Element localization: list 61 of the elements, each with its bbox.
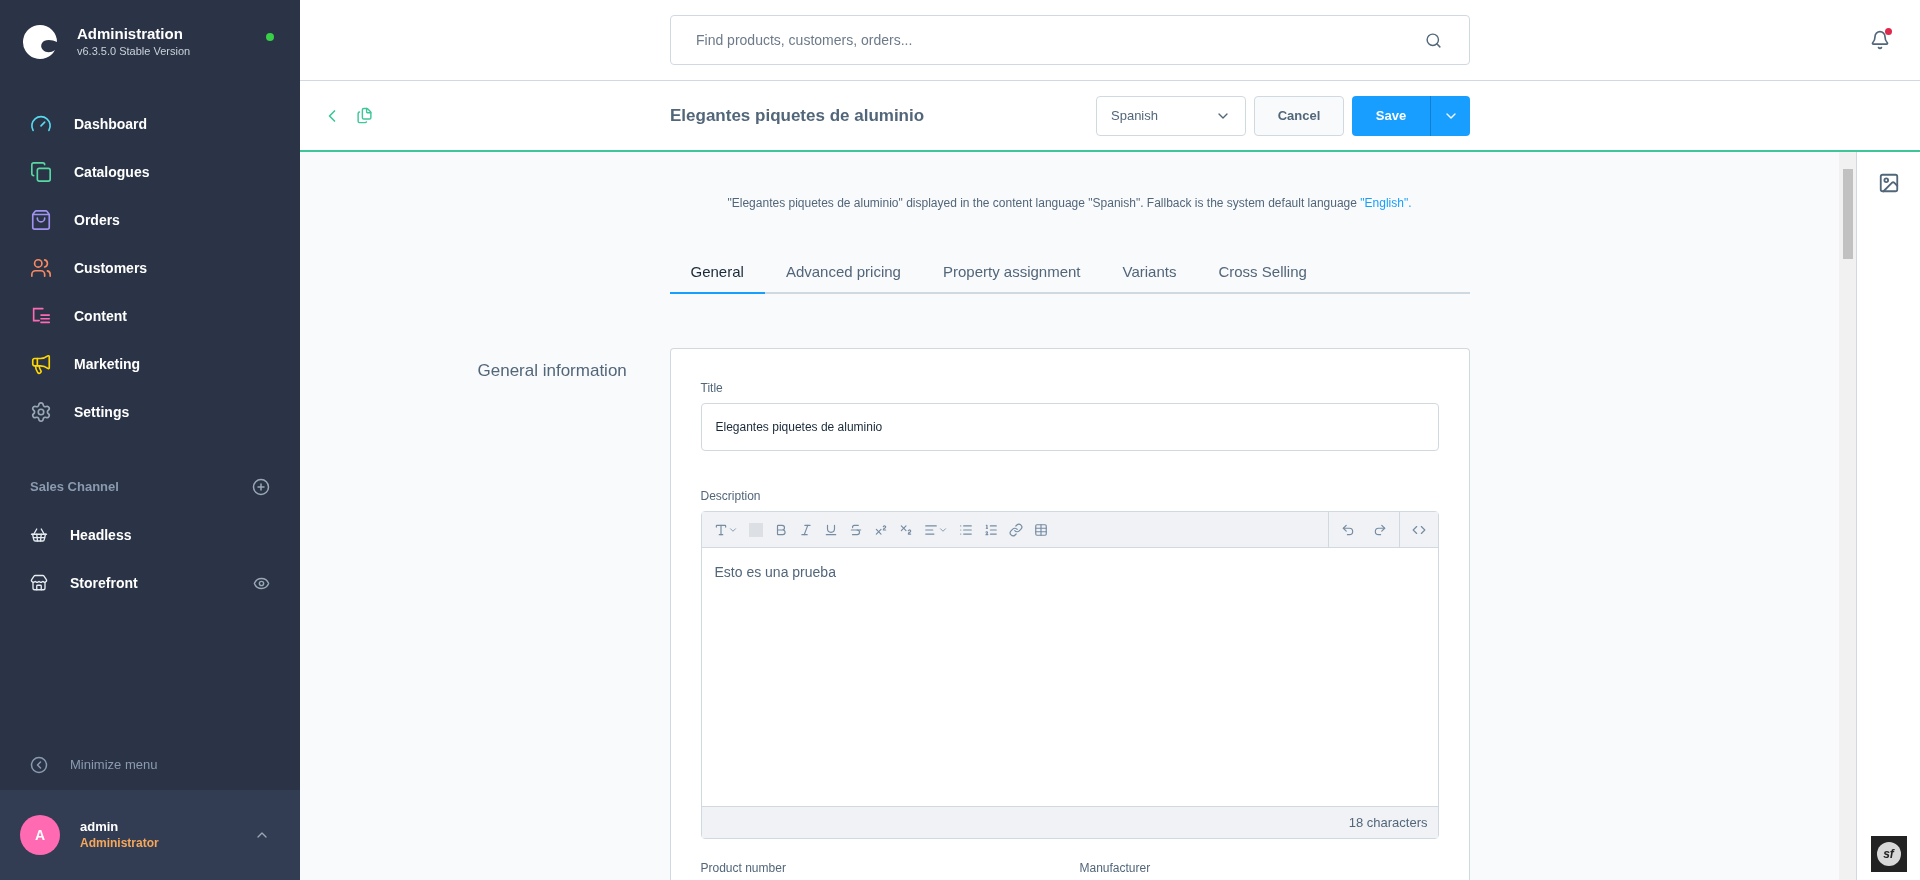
link-icon[interactable] — [1008, 522, 1023, 537]
font-size-icon[interactable] — [713, 522, 738, 537]
undo-icon[interactable] — [1340, 522, 1355, 537]
sales-channel-item[interactable]: Headless — [70, 524, 132, 546]
character-count: 18 characters — [1348, 813, 1428, 832]
page-title: Elegantes piquetes de aluminio — [670, 104, 926, 127]
superscript-icon[interactable] — [873, 522, 888, 537]
field-label: Manufacturer — [1079, 860, 1152, 877]
user-role: Administrator — [80, 835, 159, 852]
notifications-button[interactable] — [1870, 30, 1890, 50]
nav-item[interactable]: Orders — [0, 196, 300, 244]
app-title: Administration — [77, 24, 184, 44]
field-label: Product number — [700, 860, 787, 877]
title-input[interactable]: Elegantes piquetes de aluminio — [700, 403, 1439, 451]
description-text[interactable]: Esto es una prueba — [714, 562, 1425, 583]
tab[interactable]: Cross Selling — [1197, 252, 1328, 294]
search-field[interactable]: Find products, customers, orders... — [670, 15, 1470, 65]
search-icon[interactable] — [1425, 31, 1442, 49]
numbered-list-icon[interactable] — [983, 522, 998, 537]
subscript-icon[interactable] — [898, 522, 913, 537]
tab[interactable]: General — [669, 252, 765, 294]
underline-icon[interactable] — [823, 522, 838, 537]
bullet-list-icon[interactable] — [958, 522, 973, 537]
nav-item[interactable]: Catalogues — [0, 148, 300, 196]
user-name: admin — [80, 818, 120, 835]
table-icon[interactable] — [1033, 522, 1048, 537]
tab[interactable]: Property assignment — [921, 252, 1102, 294]
tab[interactable]: Variants — [1101, 252, 1198, 294]
field-label: Description — [700, 488, 762, 505]
image-icon[interactable] — [1877, 172, 1900, 194]
align-icon[interactable] — [923, 522, 948, 537]
italic-icon[interactable] — [798, 522, 813, 537]
logo-icon — [22, 24, 58, 60]
bell-icon — [1870, 30, 1890, 50]
minimize-menu-link[interactable]: Minimize menu — [70, 755, 158, 775]
avatar: A — [20, 815, 60, 855]
store-icon — [30, 574, 48, 592]
add-icon[interactable] — [252, 478, 270, 496]
cancel-button[interactable]: Cancel — [1254, 95, 1344, 136]
nav-item[interactable]: Dashboard — [0, 100, 300, 148]
scrollbar-thumb[interactable] — [1842, 169, 1853, 259]
version-label: v6.3.5.0 Stable Version — [77, 44, 191, 58]
basket-icon — [30, 526, 48, 544]
collapse-icon — [30, 756, 48, 774]
nav-item[interactable]: Settings — [0, 388, 300, 436]
redo-icon[interactable] — [1372, 522, 1387, 537]
nav-item[interactable]: Customers — [0, 244, 300, 292]
strikethrough-icon[interactable] — [848, 522, 863, 537]
language-notice: "Elegantes piquetes de aluminio" displayed in the content language "Spanish". Fallback is the system default language "English". — [726, 195, 1413, 212]
tab[interactable]: Advanced pricing — [764, 252, 922, 294]
nav-item[interactable]: Content — [0, 292, 300, 340]
scrollbar[interactable] — [1839, 152, 1856, 880]
debug-toolbar-button[interactable]: sf — [1870, 836, 1907, 872]
sales-channel-item[interactable]: Storefront — [70, 572, 138, 594]
copy-icon[interactable] — [356, 107, 373, 124]
section-heading: Sales Channel — [30, 478, 119, 497]
language-select[interactable]: Spanish — [1096, 95, 1246, 136]
section-heading: General information — [477, 360, 628, 382]
field-label: Title — [700, 380, 724, 397]
save-options-button[interactable] — [1430, 95, 1470, 136]
nav-item[interactable]: Marketing — [0, 340, 300, 388]
